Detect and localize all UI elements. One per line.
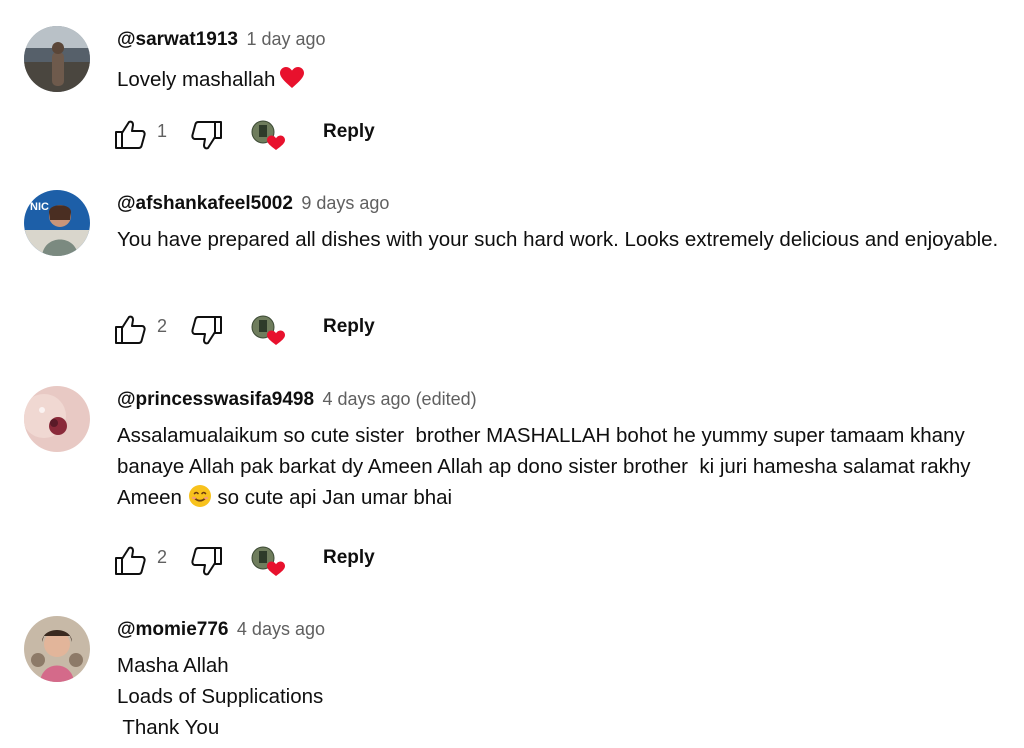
heart-emoji-icon xyxy=(279,66,305,99)
comment-author[interactable]: @sarwat1913 xyxy=(117,29,238,50)
comment-text: Masha Allah Loads of Supplications Thank… xyxy=(117,654,324,739)
thumbs-down-icon xyxy=(191,121,222,150)
comment-text-content: Lovely mashallah xyxy=(117,68,276,91)
comment-body: @princesswasifa9498 4 days ago (edited) … xyxy=(117,386,1016,517)
dislike-button[interactable] xyxy=(190,314,224,346)
thumbs-down-icon xyxy=(191,547,222,576)
reply-button[interactable]: Reply xyxy=(317,314,381,340)
comment-time[interactable]: 4 days ago xyxy=(237,619,325,639)
like-count: 2 xyxy=(157,316,168,336)
like-count: 1 xyxy=(157,121,168,141)
comment-text: Lovely mashallah xyxy=(117,64,1016,99)
thumbs-up-icon xyxy=(115,546,146,575)
comment-text-content: so cute api Jan umar bhai xyxy=(211,486,453,509)
creator-heart-icon xyxy=(250,119,288,153)
svg-text:NIC: NIC xyxy=(30,201,49,213)
thumbs-down-icon xyxy=(191,316,222,345)
dislike-button[interactable] xyxy=(190,119,224,151)
avatar[interactable] xyxy=(24,26,90,92)
creator-heart-icon xyxy=(250,545,288,579)
comment-header: @princesswasifa9498 4 days ago (edited) xyxy=(117,386,1016,412)
comment-author[interactable]: @afshankafeel5002 xyxy=(117,193,293,214)
creator-heart-icon xyxy=(250,314,288,348)
comment-header: @momie776 4 days ago xyxy=(117,616,1016,642)
comment-text: Assalamualaikum so cute sister brother M… xyxy=(117,420,1017,517)
comment-time[interactable]: 9 days ago xyxy=(301,193,389,213)
comment-header: @sarwat1913 1 day ago xyxy=(117,26,1016,52)
comment-text: You have prepared all dishes with your s… xyxy=(117,228,999,251)
like-count: 2 xyxy=(157,547,168,567)
comment-time[interactable]: 4 days ago (edited) xyxy=(323,389,477,409)
avatar[interactable]: NIC xyxy=(24,190,90,256)
thumbs-up-icon xyxy=(115,120,146,149)
like-button[interactable] xyxy=(113,314,147,346)
comment-header: @afshankafeel5002 9 days ago xyxy=(117,190,1016,216)
comment-author[interactable]: @princesswasifa9498 xyxy=(117,389,314,410)
dislike-button[interactable] xyxy=(190,545,224,577)
avatar[interactable] xyxy=(24,616,90,682)
comment-author[interactable]: @momie776 xyxy=(117,619,228,640)
comment-body: @afshankafeel5002 9 days ago You have pr… xyxy=(117,190,1016,255)
smiling-face-emoji-icon xyxy=(188,484,212,517)
comment-body: @sarwat1913 1 day ago Lovely mashallah xyxy=(117,26,1016,99)
thumbs-up-icon xyxy=(115,315,146,344)
avatar[interactable] xyxy=(24,386,90,452)
like-button[interactable] xyxy=(113,545,147,577)
comment-time[interactable]: 1 day ago xyxy=(246,29,325,49)
reply-button[interactable]: Reply xyxy=(317,119,381,145)
like-button[interactable] xyxy=(113,119,147,151)
reply-button[interactable]: Reply xyxy=(317,545,381,571)
comment-body: @momie776 4 days ago Masha Allah Loads o… xyxy=(117,616,1016,743)
